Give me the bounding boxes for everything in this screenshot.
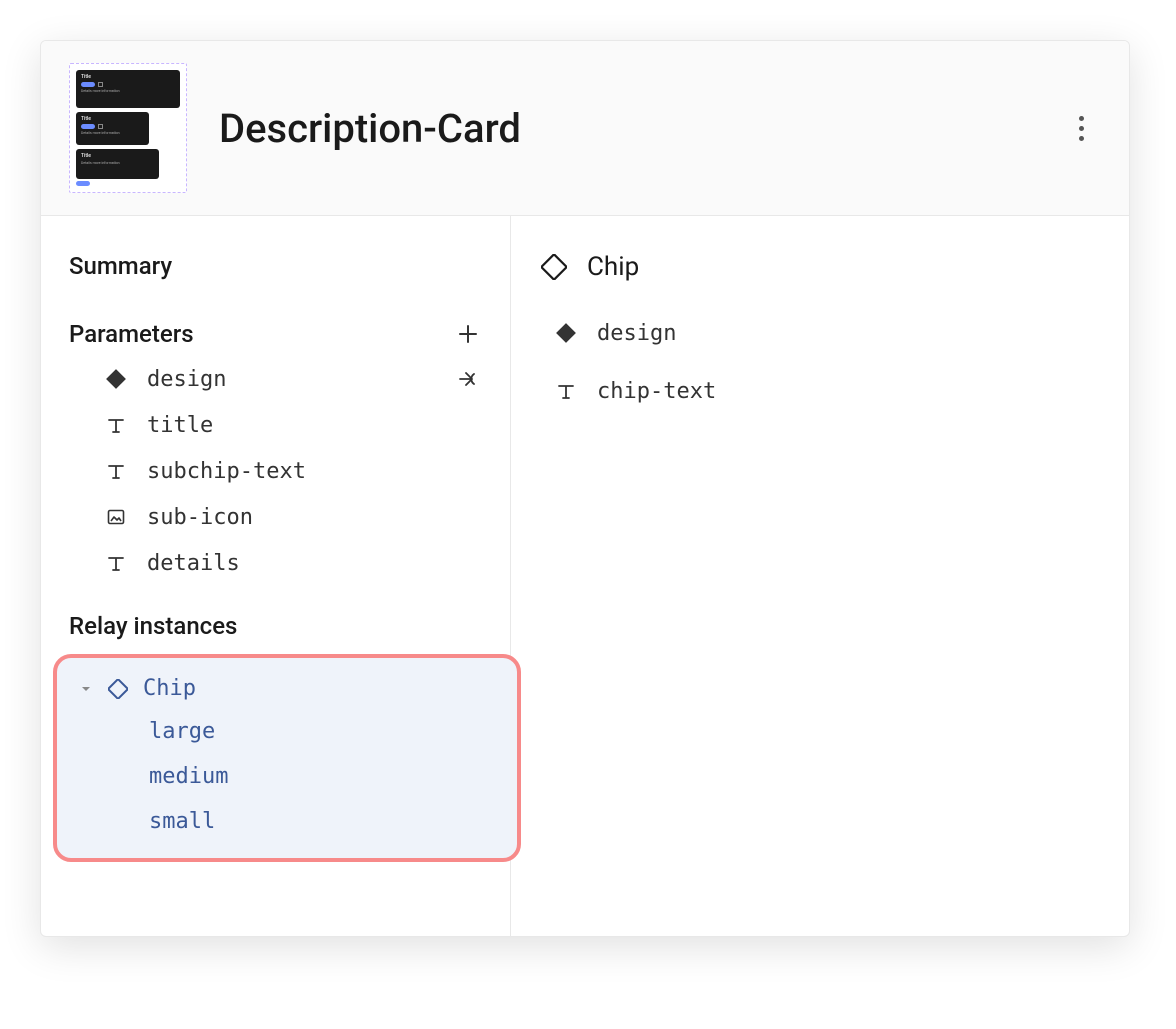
relay-instances-header: Relay instances (41, 604, 510, 648)
parameters-label: Parameters (69, 320, 194, 348)
param-label: design (147, 367, 226, 392)
more-vertical-icon (1079, 116, 1084, 141)
panel-body: Summary Parameters design (41, 216, 1129, 936)
diamond-outline-icon (539, 252, 569, 282)
parameters-section-header: Parameters (41, 312, 510, 356)
component-panel: Title Details more information Title Det… (40, 40, 1130, 937)
param-link-button[interactable] (456, 366, 482, 392)
expand-toggle[interactable] (79, 682, 93, 696)
param-label: sub-icon (147, 505, 253, 530)
variant-large[interactable]: large (57, 709, 517, 754)
component-title: Description-Card (219, 105, 1061, 152)
param-label: design (597, 321, 676, 346)
text-icon (103, 550, 129, 576)
plus-icon (457, 323, 479, 345)
left-column: Summary Parameters design (41, 216, 511, 936)
text-icon (553, 378, 579, 404)
right-param-chip-text[interactable]: chip-text (511, 366, 1129, 416)
text-icon (103, 412, 129, 438)
right-component-name: Chip (587, 252, 639, 282)
param-details[interactable]: details (41, 540, 510, 586)
relay-instance-highlight: Chip large medium small (53, 654, 521, 862)
image-icon (103, 504, 129, 530)
right-component-header: Chip (511, 244, 1129, 290)
diamond-filled-icon (103, 366, 129, 392)
param-title[interactable]: title (41, 402, 510, 448)
variant-medium[interactable]: medium (57, 754, 517, 799)
text-icon (103, 458, 129, 484)
param-subchip-text[interactable]: subchip-text (41, 448, 510, 494)
right-column: Chip design chip-text (511, 216, 1129, 936)
link-arrow-icon (457, 367, 481, 391)
variant-small[interactable]: small (57, 799, 517, 844)
component-thumbnail: Title Details more information Title Det… (69, 63, 187, 193)
param-sub-icon[interactable]: sub-icon (41, 494, 510, 540)
instance-name: Chip (143, 676, 196, 701)
param-label: details (147, 551, 240, 576)
param-design[interactable]: design (41, 356, 510, 402)
more-menu-button[interactable] (1061, 108, 1101, 148)
relay-instance-chip[interactable]: Chip (57, 668, 517, 709)
panel-header: Title Details more information Title Det… (41, 41, 1129, 216)
relay-instances-label: Relay instances (69, 612, 237, 640)
right-param-design[interactable]: design (511, 308, 1129, 358)
param-label: title (147, 413, 213, 438)
diamond-filled-icon (553, 320, 579, 346)
summary-section[interactable]: Summary (41, 244, 510, 288)
chevron-down-icon (80, 683, 92, 695)
param-label: chip-text (597, 379, 716, 404)
param-label: subchip-text (147, 459, 306, 484)
diamond-outline-icon (107, 678, 129, 700)
add-parameter-button[interactable] (454, 320, 482, 348)
